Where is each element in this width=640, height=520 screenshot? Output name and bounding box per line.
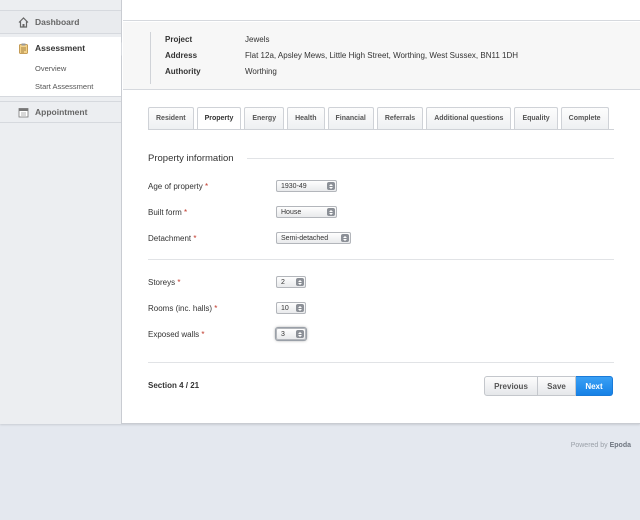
previous-button[interactable]: Previous [484,376,538,396]
address-value: Flat 12a, Apsley Mews, Little High Stree… [245,51,519,60]
sidebar-item-dashboard[interactable]: Dashboard [0,10,121,34]
tab-resident[interactable]: Resident [148,107,194,129]
assessment-tabs: Resident Property Energy Health Financia… [148,107,612,129]
field-label-text: Built form [148,208,182,217]
rooms-label: Rooms (inc. halls) * [148,304,217,313]
sidebar-item-label: Assessment [35,43,86,53]
address-label: Address [165,51,198,60]
chevron-updown-icon [296,304,304,312]
sidebar: Dashboard Assessment Overview Start Asse… [0,0,122,424]
footer-brand[interactable]: Epoda [610,442,631,449]
clipboard-icon [18,43,29,54]
app-window: Dashboard Assessment Overview Start Asse… [0,0,640,424]
sidebar-subitem-start-assessment[interactable]: Start Assessment [35,82,93,91]
section-divider [148,259,614,260]
tab-complete[interactable]: Complete [560,107,609,129]
project-info-panel: Project Jewels Address Flat 12a, Apsley … [123,22,640,90]
section-divider [148,362,614,363]
field-label-text: Detachment [148,234,192,243]
required-marker: * [184,208,188,217]
storeys-select[interactable]: 2 [276,276,306,288]
sidebar-item-label: Dashboard [35,17,80,27]
age-of-property-select[interactable]: 1930-49 [276,180,337,192]
field-label-text: Storeys [148,278,176,287]
built-form-label: Built form * [148,208,187,217]
exposed-walls-label: Exposed walls * [148,330,205,339]
storeys-label: Storeys * [148,278,180,287]
required-marker: * [204,182,209,191]
required-marker: * [177,278,181,287]
sidebar-item-assessment[interactable]: Assessment [0,37,121,59]
tab-health[interactable]: Health [287,107,325,129]
next-button[interactable]: Next [576,376,613,396]
chevron-updown-icon [327,208,335,216]
navigation-buttons: Previous Save Next [484,376,613,396]
footer-credit: Powered by Epoda [571,442,631,449]
field-label-text: Rooms (inc. halls) [148,304,213,313]
tabs-divider [148,129,614,130]
main-content: Project Jewels Address Flat 12a, Apsley … [123,0,640,424]
age-of-property-label: Age of property * [148,182,208,191]
section-counter: Section 4 / 21 [148,381,200,390]
info-divider [150,32,151,84]
tab-financial[interactable]: Financial [327,107,374,129]
authority-value: Worthing [245,67,277,76]
save-button[interactable]: Save [538,376,576,396]
calendar-icon [18,107,29,118]
assessment-subnav: Overview Start Assessment [0,59,121,97]
select-value: 1930-49 [281,182,307,190]
sidebar-item-appointment[interactable]: Appointment [0,101,121,123]
exposed-walls-select[interactable]: 3 [276,328,306,340]
built-form-select[interactable]: House [276,206,337,218]
required-marker: * [214,304,218,313]
tab-equality[interactable]: Equality [514,107,558,129]
footer-prefix: Powered by [570,442,608,449]
tab-property[interactable]: Property [196,107,242,129]
detachment-label: Detachment * [148,234,197,243]
select-value: Semi-detached [281,234,329,242]
chevron-updown-icon [296,278,304,286]
tab-energy[interactable]: Energy [244,107,285,129]
section-title: Property information [148,153,234,164]
tab-additional-questions[interactable]: Additional questions [426,107,512,129]
select-value: 10 [281,304,289,312]
required-marker: * [193,234,197,243]
tab-referrals[interactable]: Referrals [376,107,424,129]
select-value: 2 [281,278,285,286]
authority-label: Authority [165,67,201,76]
project-label: Project [165,35,193,44]
select-value: House [281,208,302,216]
chevron-updown-icon [296,330,304,338]
top-strip [123,0,640,21]
chevron-updown-icon [341,234,349,242]
select-value: 3 [281,330,285,338]
rooms-select[interactable]: 10 [276,302,306,314]
detachment-select[interactable]: Semi-detached [276,232,351,244]
section-title-rule [247,158,614,159]
field-label-text: Age of property [148,182,203,191]
project-value: Jewels [245,35,270,44]
home-icon [18,16,29,28]
sidebar-item-label: Appointment [35,107,88,117]
chevron-updown-icon [327,182,335,190]
sidebar-subitem-overview[interactable]: Overview [35,64,66,73]
required-marker: * [201,330,205,339]
field-label-text: Exposed walls [148,330,200,339]
